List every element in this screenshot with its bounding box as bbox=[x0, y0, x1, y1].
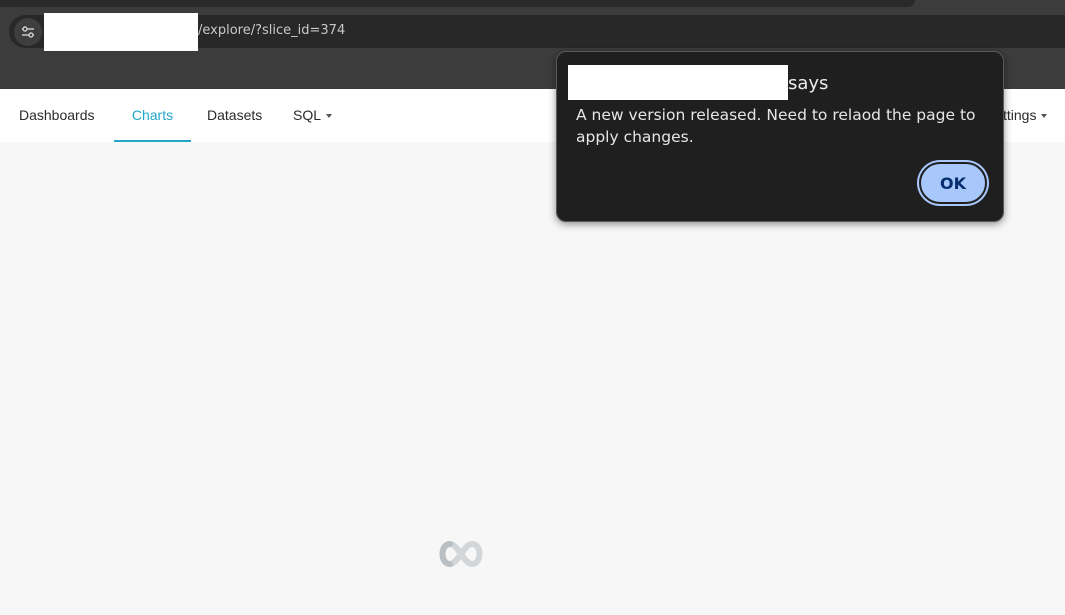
caret-down-icon bbox=[1041, 114, 1048, 119]
site-info-button[interactable] bbox=[14, 18, 42, 46]
url-redaction bbox=[44, 13, 198, 51]
superset-loading-icon bbox=[439, 541, 483, 567]
nav-settings[interactable]: ttings bbox=[1003, 89, 1048, 142]
nav-charts-label: Charts bbox=[131, 107, 174, 123]
nav-datasets[interactable]: Datasets bbox=[207, 89, 262, 142]
nav-datasets-label: Datasets bbox=[207, 107, 263, 123]
tab-strip bbox=[0, 0, 915, 7]
nav-sql-label: SQL bbox=[293, 107, 322, 123]
url-text[interactable]: /explore/?slice_id=374 bbox=[198, 23, 345, 38]
tune-icon bbox=[22, 26, 34, 38]
origin-redaction bbox=[568, 65, 788, 100]
nav-dashboards[interactable]: Dashboards bbox=[19, 89, 95, 142]
nav-sql[interactable]: SQL bbox=[293, 89, 333, 142]
dialog-message: A new version released. Need to relaod t… bbox=[576, 106, 976, 146]
caret-down-icon bbox=[326, 114, 333, 119]
alert-dialog: says A new version released. Need to rel… bbox=[556, 51, 1004, 222]
nav-charts[interactable]: Charts bbox=[114, 89, 191, 142]
nav-settings-label: ttings bbox=[1003, 107, 1037, 123]
dialog-title: says bbox=[788, 73, 829, 94]
ok-button[interactable]: OK bbox=[919, 162, 987, 204]
nav-dashboards-label: Dashboards bbox=[19, 107, 95, 123]
